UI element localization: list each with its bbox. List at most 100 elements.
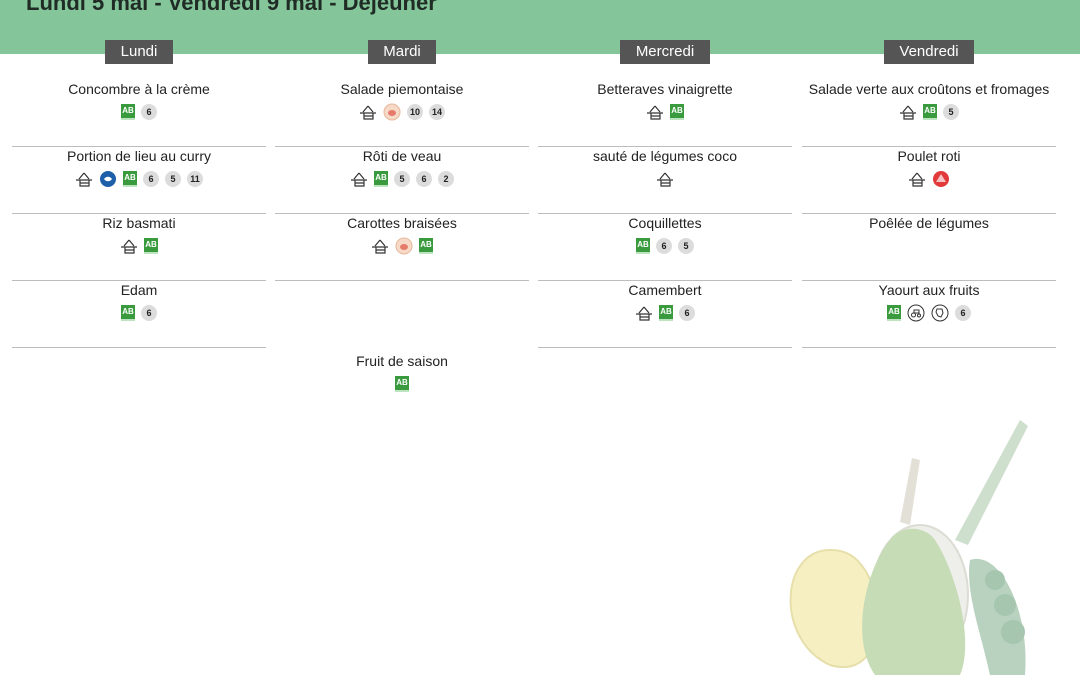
- menu-item: [275, 285, 529, 352]
- home-made-icon: [351, 172, 367, 187]
- allergen-badge: 11: [187, 171, 203, 187]
- menu-item-name: Yaourt aux fruits: [878, 282, 980, 298]
- menu-item: Camembert AB 6: [538, 281, 792, 348]
- menu-item: sauté de légumes coco: [538, 147, 792, 214]
- allergen-badge: 10: [407, 104, 423, 120]
- menu-item-badges: [275, 285, 529, 305]
- menu-item-name: Riz basmati: [102, 215, 176, 231]
- menu-item-name: Poêlée de légumes: [869, 215, 989, 231]
- menu-item: Edam AB 6: [12, 281, 266, 348]
- menu-item: Yaourt aux fruits AB 6: [802, 281, 1056, 348]
- home-made-icon: [372, 239, 388, 254]
- menu-item-name: Fruit de saison: [356, 353, 448, 369]
- allergen-badge: 6: [143, 171, 159, 187]
- allergen-badge: 6: [656, 238, 672, 254]
- menu-item: Carottes braisées AB: [275, 214, 529, 281]
- ab-icon: AB: [123, 171, 137, 187]
- ab-icon: AB: [121, 305, 135, 321]
- ab-icon: AB: [144, 238, 158, 254]
- day-label: Mercredi: [620, 40, 710, 64]
- menu-item: Coquillettes AB 6 5: [538, 214, 792, 281]
- menu-item-name: Concombre à la crème: [68, 81, 210, 97]
- menu-item-badges: AB 5 6 2: [275, 169, 529, 189]
- day-column-mardi: Mardi Salade piemontaise 10 14 Rôti de veau A…: [275, 40, 529, 419]
- menu-item: Salade verte aux croûtons et fromages AB 5: [802, 80, 1056, 147]
- ab-icon: AB: [923, 104, 937, 120]
- menu-item-badges: AB 5: [802, 102, 1056, 122]
- menu-item-name: Portion de lieu au curry: [67, 148, 211, 164]
- menu-item-badges: AB 6 5: [538, 236, 792, 256]
- allergen-badge: 14: [429, 104, 445, 120]
- ab-icon: AB: [374, 171, 388, 187]
- menu-item-badges: AB: [12, 236, 266, 256]
- allergen-badge: 6: [679, 305, 695, 321]
- day-column-mercredi: Mercredi Betteraves vinaigrette AB sauté de…: [538, 40, 792, 348]
- local-icon: [931, 304, 949, 322]
- day-column-vendredi: Vendredi Salade verte aux croûtons et fro…: [802, 40, 1056, 348]
- menu-item-badges: AB: [275, 374, 529, 394]
- ab-icon: AB: [659, 305, 673, 321]
- allergen-badge: 5: [165, 171, 181, 187]
- page-title: Lundi 5 mai - Vendredi 9 mai - Déjeuner: [26, 0, 437, 15]
- menu-item-badges: [538, 169, 792, 189]
- label-rouge-icon: [933, 171, 949, 187]
- allergen-badge: 5: [943, 104, 959, 120]
- menu-item-name: Poulet roti: [897, 148, 961, 164]
- menu-item: Concombre à la crème AB 6: [12, 80, 266, 147]
- home-made-icon: [657, 172, 673, 187]
- ab-icon: AB: [887, 305, 901, 321]
- menu-item: Rôti de veau AB 5 6 2: [275, 147, 529, 214]
- day-column-lundi: Lundi Concombre à la crème AB 6 Portion de l…: [12, 40, 266, 348]
- menu-item-badges: AB 6: [538, 303, 792, 323]
- menu-item-name: Edam: [120, 282, 158, 298]
- day-label: Lundi: [105, 40, 173, 64]
- menu-item-name: Carottes braisées: [347, 215, 457, 231]
- menu-item-badges: [802, 236, 1056, 256]
- home-made-icon: [121, 239, 137, 254]
- menu-item-name: sauté de légumes coco: [593, 148, 737, 164]
- ab-icon: AB: [419, 238, 433, 254]
- menu-item-badges: AB 6: [12, 303, 266, 323]
- allergen-badge: 6: [141, 104, 157, 120]
- ab-icon: AB: [636, 238, 650, 254]
- allergen-badge: 6: [955, 305, 971, 321]
- ab-icon: AB: [395, 376, 409, 392]
- menu-item: Portion de lieu au curry AB 6 5 11: [12, 147, 266, 214]
- day-label: Vendredi: [884, 40, 974, 64]
- allergen-badge: 6: [416, 171, 432, 187]
- menu-item-name: Coquillettes: [628, 215, 702, 231]
- ab-icon: AB: [121, 104, 135, 120]
- day-label: Mardi: [368, 40, 436, 64]
- farm-icon: [907, 304, 925, 322]
- menu-item: Poulet roti: [802, 147, 1056, 214]
- menu-item: Fruit de saison AB: [275, 352, 529, 419]
- menu-item-badges: AB 6: [802, 303, 1056, 323]
- allergen-badge: 5: [678, 238, 694, 254]
- menu-item-name: Camembert: [628, 282, 702, 298]
- menu-item-badges: AB: [538, 102, 792, 122]
- allergen-badge: 5: [394, 171, 410, 187]
- menu-item: Riz basmati AB: [12, 214, 266, 281]
- menu-item-name: Salade verte aux croûtons et fromages: [808, 81, 1050, 97]
- home-made-icon: [909, 172, 925, 187]
- allergen-badge: 6: [141, 305, 157, 321]
- menu-item-name: Rôti de veau: [362, 148, 442, 164]
- pig-icon: [395, 237, 413, 255]
- menu-item-name: Salade piemontaise: [340, 81, 464, 97]
- home-made-icon: [76, 172, 92, 187]
- allergen-badge: 2: [438, 171, 454, 187]
- vegetables-illustration: [789, 420, 1028, 675]
- menu-item-badges: AB: [275, 236, 529, 256]
- ab-icon: AB: [670, 104, 684, 120]
- home-made-icon: [647, 105, 663, 120]
- menu-item-badges: 10 14: [275, 102, 529, 122]
- menu-item: Salade piemontaise 10 14: [275, 80, 529, 147]
- menu-item: Poêlée de légumes: [802, 214, 1056, 281]
- msc-icon: [100, 171, 116, 187]
- menu-item-badges: AB 6 5 11: [12, 169, 266, 189]
- menu-item-name: Betteraves vinaigrette: [597, 81, 733, 97]
- menu-item-badges: [802, 169, 1056, 189]
- pig-icon: [383, 103, 401, 121]
- home-made-icon: [900, 105, 916, 120]
- menu-item-badges: AB 6: [12, 102, 266, 122]
